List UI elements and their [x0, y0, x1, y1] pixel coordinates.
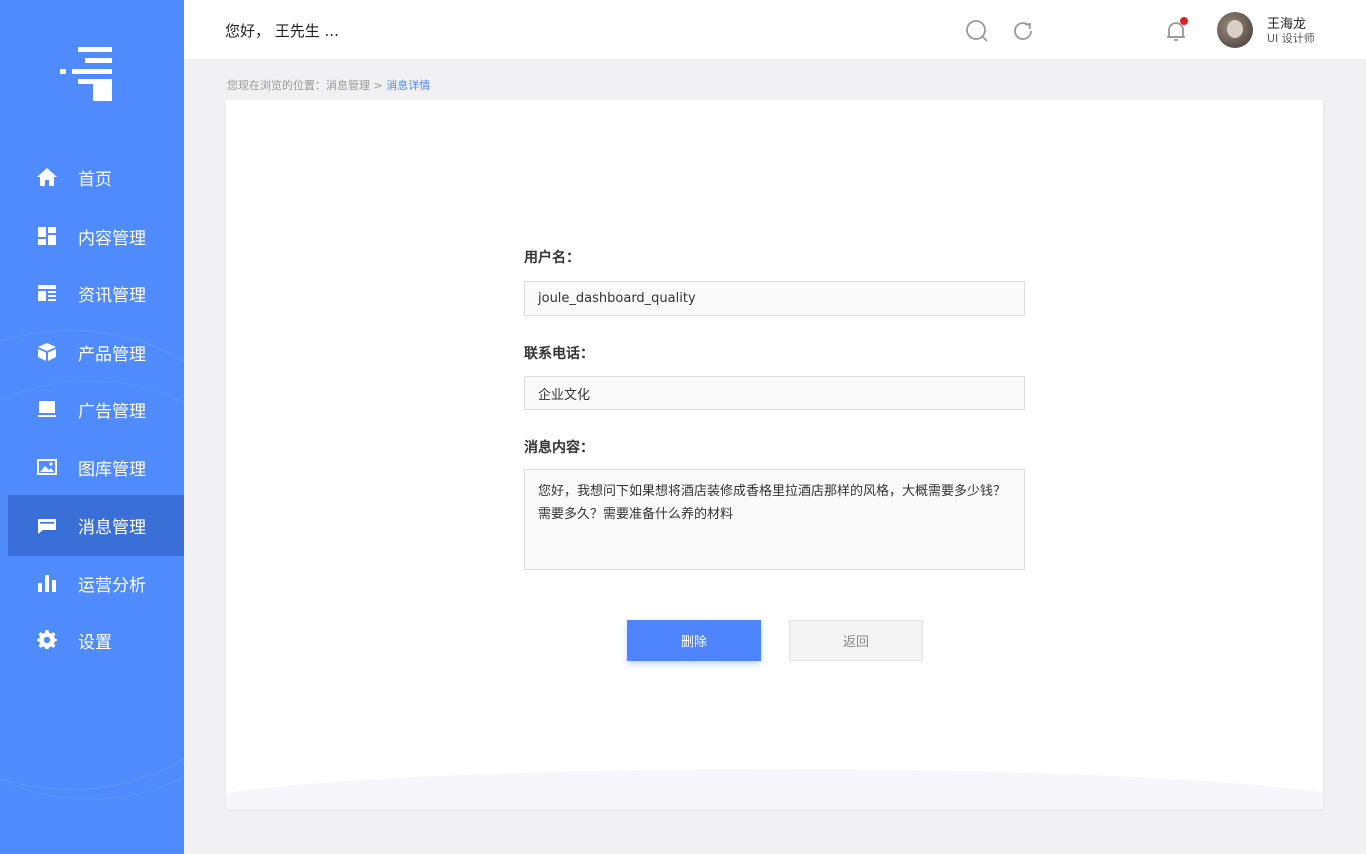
home-icon — [36, 166, 58, 188]
monitor-icon — [36, 398, 58, 420]
greeting-text: 您好， 王先生 ... — [225, 22, 339, 40]
content-label: 消息内容： — [524, 440, 594, 456]
sidebar: 首页 内容管理 资讯管理 产品管理 广告管理 图库管理 消息管理 运营分析 设置 — [0, 0, 184, 854]
sidebar-item-gallery[interactable]: 图库管理 — [0, 437, 184, 497]
breadcrumb-separator: > — [370, 79, 387, 92]
back-button[interactable]: 返回 — [789, 620, 923, 661]
sidebar-item-label: 设置 — [78, 632, 112, 653]
sidebar-item-messages[interactable]: 消息管理 — [0, 495, 184, 556]
notification-dot — [1180, 17, 1188, 25]
user-role: UI 设计师 — [1267, 32, 1315, 45]
phone-label: 联系电话： — [524, 346, 594, 362]
sidebar-item-products[interactable]: 产品管理 — [0, 322, 184, 382]
sidebar-item-label: 首页 — [78, 169, 112, 190]
app-logo[interactable] — [60, 47, 114, 103]
sidebar-item-label: 内容管理 — [78, 228, 146, 249]
sidebar-item-settings[interactable]: 设置 — [0, 610, 184, 670]
sidebar-item-label: 消息管理 — [78, 518, 146, 538]
sidebar-item-ads[interactable]: 广告管理 — [0, 379, 184, 439]
refresh-icon[interactable] — [1011, 19, 1035, 43]
sidebar-item-label: 广告管理 — [78, 401, 146, 422]
card-decoration — [226, 769, 1323, 809]
message-icon — [36, 515, 58, 537]
sidebar-item-label: 图库管理 — [78, 459, 146, 480]
breadcrumb: 您现在浏览的位置：消息管理 > 消息详情 — [227, 77, 430, 93]
breadcrumb-prefix[interactable]: 您现在浏览的位置：消息管理 — [227, 79, 370, 92]
top-header: 您好， 王先生 ... 王海龙 UI 设计师 — [184, 0, 1366, 59]
dashboard-icon — [36, 225, 58, 247]
sidebar-item-home[interactable]: 首页 — [0, 147, 184, 207]
search-icon[interactable] — [965, 19, 989, 43]
image-icon — [36, 456, 58, 478]
gear-icon — [36, 629, 58, 651]
message-detail-card — [226, 100, 1323, 809]
sidebar-item-news[interactable]: 资讯管理 — [0, 263, 184, 323]
sidebar-item-label: 资讯管理 — [78, 285, 146, 306]
bar-chart-icon — [36, 572, 58, 594]
content-textarea[interactable]: 您好，我想问下如果想将酒店装修成香格里拉酒店那样的风格，大概需要多少钱？需要多久… — [524, 469, 1025, 570]
news-icon — [36, 282, 58, 304]
sidebar-item-label: 运营分析 — [78, 575, 146, 596]
box-icon — [36, 341, 58, 363]
username-field[interactable]: joule_dashboard_quality — [524, 281, 1025, 316]
sidebar-item-analytics[interactable]: 运营分析 — [0, 553, 184, 613]
phone-field[interactable]: 企业文化 — [524, 376, 1025, 410]
delete-button[interactable]: 删除 — [627, 620, 761, 661]
sidebar-item-label: 产品管理 — [78, 344, 146, 365]
breadcrumb-current: 消息详情 — [386, 79, 431, 92]
avatar[interactable] — [1217, 12, 1253, 48]
sidebar-item-content[interactable]: 内容管理 — [0, 206, 184, 266]
username-label: 用户名： — [524, 250, 580, 266]
